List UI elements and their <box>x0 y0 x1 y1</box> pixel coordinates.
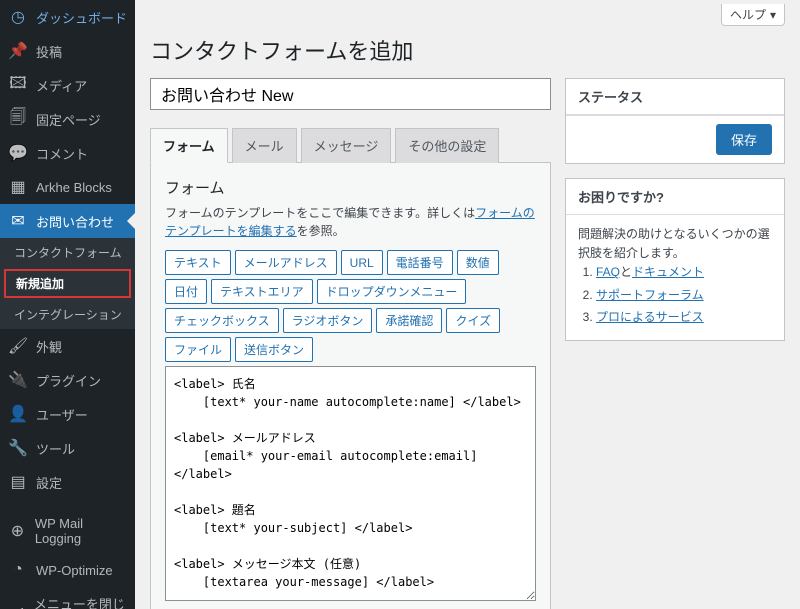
submenu-contact-integration[interactable]: インテグレーション <box>0 300 135 329</box>
menu-wpmail[interactable]: ⊕WP Mail Logging <box>0 509 135 553</box>
media-icon: 🖾 <box>8 75 28 95</box>
tag-btn-7[interactable]: ドロップダウンメニュー <box>317 279 467 304</box>
menu-users[interactable]: 👤ユーザー <box>0 397 135 431</box>
menu-wpopt[interactable]: ◔WP-Optimize <box>0 553 135 587</box>
help-link-pro[interactable]: プロによるサービス <box>596 310 704 324</box>
editor-tabs: フォーム メール メッセージ その他の設定 <box>150 128 551 163</box>
tag-btn-11[interactable]: クイズ <box>446 308 500 333</box>
contact-submenu: コンタクトフォーム 新規追加 インテグレーション <box>0 238 135 329</box>
dashboard-icon: ◷ <box>8 7 28 27</box>
menu-posts[interactable]: 📌投稿 <box>0 34 135 68</box>
help-link-faq: FAQとドキュメント <box>596 263 772 282</box>
menu-appearance[interactable]: 🖌外観 <box>0 329 135 363</box>
submenu-contact-list[interactable]: コンタクトフォーム <box>0 238 135 267</box>
user-icon: 👤 <box>8 404 28 424</box>
blocks-icon: ▦ <box>8 177 28 197</box>
menu-media[interactable]: 🖾メディア <box>0 68 135 102</box>
optimize-icon: ◔ <box>8 560 28 580</box>
tag-btn-13[interactable]: 送信ボタン <box>235 337 313 362</box>
menu-collapse[interactable]: ◀メニューを閉じる <box>0 587 135 609</box>
form-template-textarea[interactable] <box>165 366 536 601</box>
tag-btn-8[interactable]: チェックボックス <box>165 308 279 333</box>
log-icon: ⊕ <box>8 521 27 541</box>
admin-sidebar: ◷ダッシュボード 📌投稿 🖾メディア 🗐固定ページ 💬コメント ▦Arkhe B… <box>0 0 135 609</box>
help-button[interactable]: ヘルプ▾ <box>721 4 785 26</box>
status-box-title: ステータス <box>566 79 784 115</box>
menu-settings[interactable]: ▤設定 <box>0 465 135 499</box>
tag-btn-4[interactable]: 数値 <box>457 250 499 275</box>
help-box-desc: 問題解決の助けとなるいくつかの選択肢を紹介します。 <box>578 225 772 263</box>
menu-comments[interactable]: 💬コメント <box>0 136 135 170</box>
menu-pages[interactable]: 🗐固定ページ <box>0 102 135 136</box>
tag-btn-6[interactable]: テキストエリア <box>211 279 313 304</box>
page-icon: 🗐 <box>8 109 28 129</box>
main-content: ヘルプ▾ コンタクトフォームを追加 フォーム メール メッセージ その他の設定 … <box>135 0 800 609</box>
menu-arkhe[interactable]: ▦Arkhe Blocks <box>0 170 135 204</box>
help-box: お困りですか? 問題解決の助けとなるいくつかの選択肢を紹介します。 FAQとドキ… <box>565 178 785 341</box>
comment-icon: 💬 <box>8 143 28 163</box>
form-title-input[interactable] <box>150 78 551 110</box>
tag-btn-1[interactable]: メールアドレス <box>235 250 337 275</box>
brush-icon: 🖌 <box>8 336 28 356</box>
page-title: コンタクトフォームを追加 <box>150 34 785 66</box>
menu-tools[interactable]: 🔧ツール <box>0 431 135 465</box>
tab-other[interactable]: その他の設定 <box>395 128 499 163</box>
tab-form[interactable]: フォーム <box>150 128 228 163</box>
submenu-contact-add[interactable]: 新規追加 <box>4 269 131 298</box>
tag-btn-2[interactable]: URL <box>341 250 383 275</box>
tag-btn-5[interactable]: 日付 <box>165 279 207 304</box>
tag-btn-9[interactable]: ラジオボタン <box>283 308 373 333</box>
save-button-side[interactable]: 保存 <box>716 124 772 155</box>
collapse-icon: ◀ <box>8 603 26 609</box>
status-box: ステータス 保存 <box>565 78 785 164</box>
menu-contact[interactable]: ✉お問い合わせ <box>0 204 135 238</box>
form-panel-desc: フォームのテンプレートをここで編集できます。詳しくはフォームのテンプレートを編集… <box>165 204 536 240</box>
menu-plugins[interactable]: 🔌プラグイン <box>0 363 135 397</box>
plugin-icon: 🔌 <box>8 370 28 390</box>
tag-btn-10[interactable]: 承諾確認 <box>376 308 442 333</box>
help-link-forum[interactable]: サポートフォーラム <box>596 288 704 302</box>
tag-btn-3[interactable]: 電話番号 <box>387 250 453 275</box>
tag-btn-0[interactable]: テキスト <box>165 250 231 275</box>
form-panel: フォーム フォームのテンプレートをここで編集できます。詳しくはフォームのテンプレ… <box>150 163 551 609</box>
tag-generator-buttons: テキストメールアドレスURL電話番号数値日付テキストエリアドロップダウンメニュー… <box>165 250 536 362</box>
tab-messages[interactable]: メッセージ <box>301 128 392 163</box>
pin-icon: 📌 <box>8 41 28 61</box>
mail-icon: ✉ <box>8 211 28 231</box>
tag-btn-12[interactable]: ファイル <box>165 337 231 362</box>
menu-dashboard[interactable]: ◷ダッシュボード <box>0 0 135 34</box>
help-box-title: お困りですか? <box>566 179 784 215</box>
tab-mail[interactable]: メール <box>232 128 297 163</box>
wrench-icon: 🔧 <box>8 438 28 458</box>
form-panel-heading: フォーム <box>165 177 536 198</box>
chevron-down-icon: ▾ <box>770 8 776 22</box>
settings-icon: ▤ <box>8 472 28 492</box>
